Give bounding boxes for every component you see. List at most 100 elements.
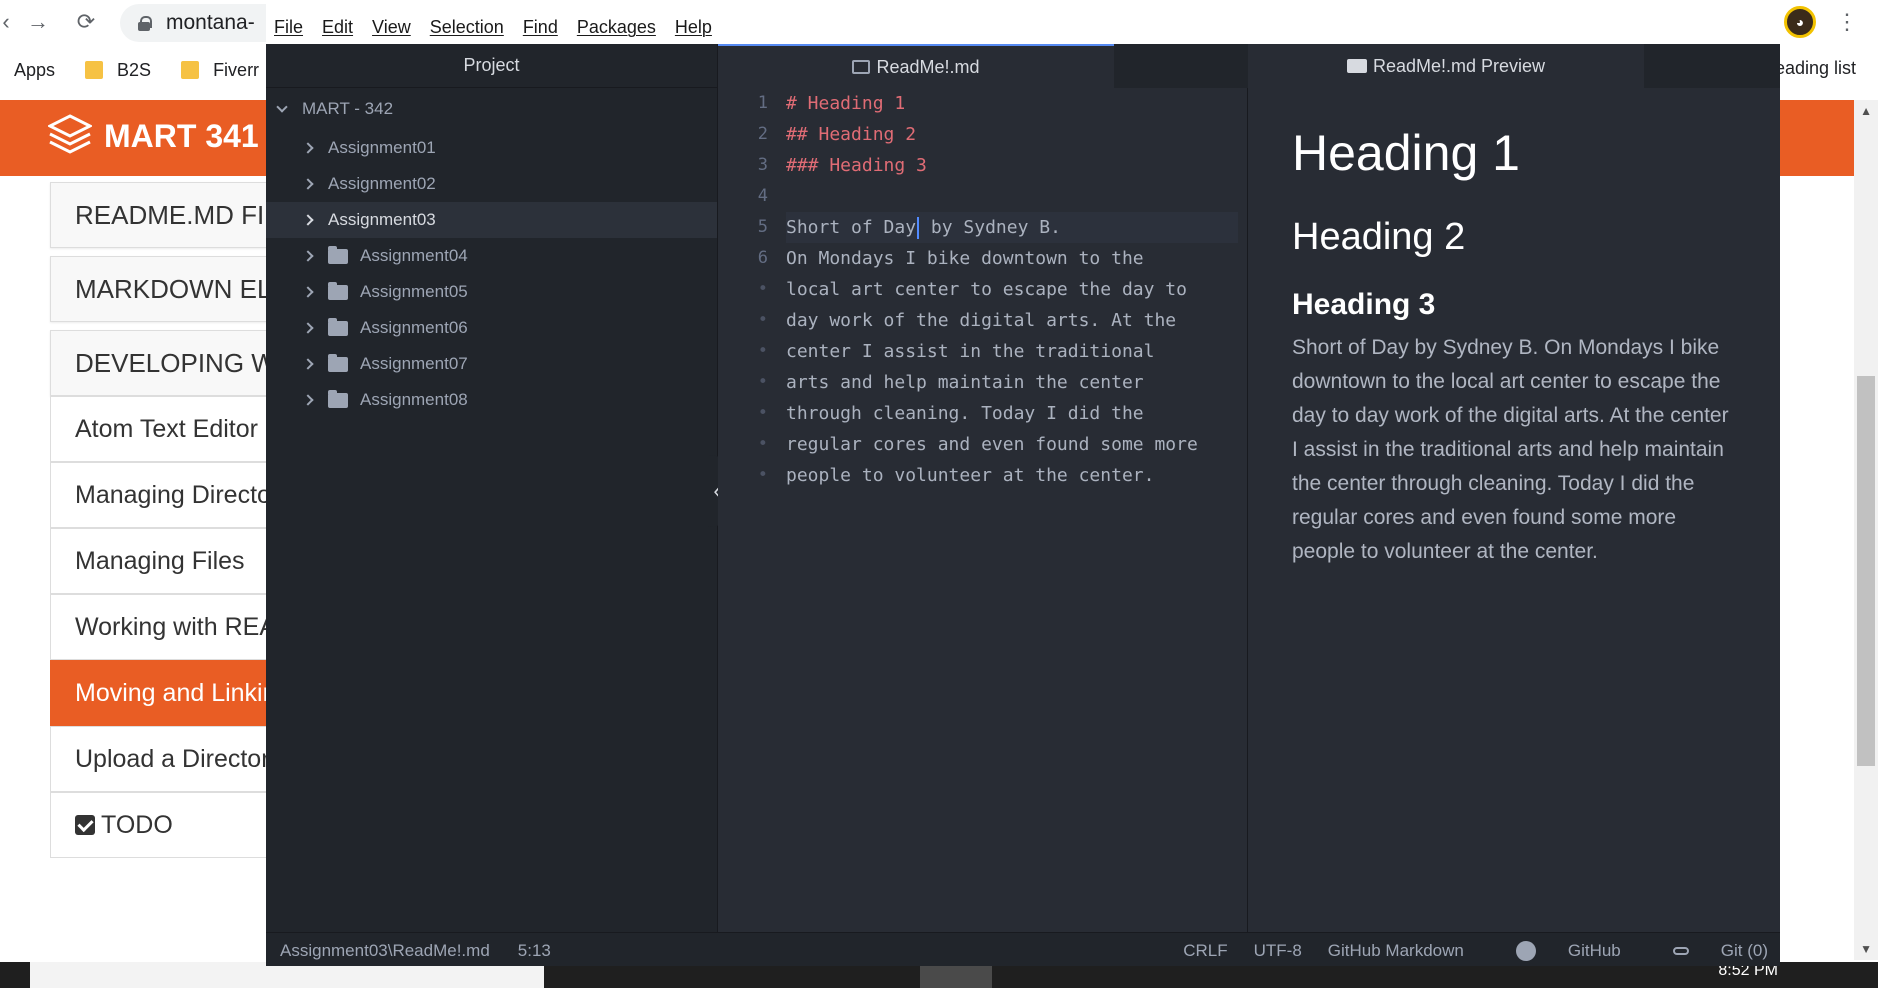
- menu-item-readme[interactable]: README.MD FIL: [50, 182, 270, 248]
- code-line[interactable]: Short of Day by Sydney B.: [786, 212, 1238, 243]
- menu-item-working-with-readme[interactable]: Working with REA: [50, 594, 270, 660]
- forward-icon[interactable]: →: [24, 8, 52, 36]
- menu-file[interactable]: File: [274, 17, 303, 38]
- preview-heading-3: Heading 3: [1292, 287, 1436, 321]
- chevron-right-icon: [302, 250, 314, 262]
- line-number-gutter: 1 2 3 4 5 6 • • • • • • •: [718, 88, 768, 491]
- tree-item-assignment04[interactable]: Assignment04: [266, 238, 717, 274]
- status-github[interactable]: GitHub: [1490, 941, 1621, 961]
- chevron-right-icon: [302, 286, 314, 298]
- bookmark-label: Apps: [14, 59, 56, 80]
- bookmark-fiverr[interactable]: Fiverr: [181, 60, 259, 81]
- tree-item-assignment03[interactable]: Assignment03: [266, 202, 717, 238]
- menu-item-managing-files[interactable]: Managing Files: [50, 528, 270, 594]
- tree-item-assignment08[interactable]: Assignment08: [266, 382, 717, 418]
- code-line[interactable]: day work of the digital arts. At the: [786, 305, 1238, 336]
- menu-item-atom-text-editor[interactable]: Atom Text Editor: [50, 396, 270, 462]
- bookmark-apps[interactable]: Apps: [4, 60, 55, 81]
- menu-find[interactable]: Find: [523, 17, 558, 38]
- menu-item-managing-directories[interactable]: Managing Directo: [50, 462, 270, 528]
- status-line-ending[interactable]: CRLF: [1183, 941, 1227, 961]
- menu-packages[interactable]: Packages: [577, 17, 656, 38]
- reading-list-button[interactable]: eading list: [1775, 58, 1856, 79]
- status-git[interactable]: Git (0): [1647, 941, 1768, 961]
- status-bar: Assignment03\ReadMe!.md 5:13 CRLF UTF-8 …: [266, 932, 1780, 966]
- status-cursor-position[interactable]: 5:13: [518, 941, 551, 961]
- bookmark-label: B2S: [117, 59, 152, 80]
- tree-item-label: Assignment06: [360, 318, 468, 337]
- project-tree-title[interactable]: Project: [266, 44, 717, 88]
- tree-item-label: Assignment05: [360, 282, 468, 301]
- code-line[interactable]: # Heading 1: [786, 88, 1238, 119]
- scrollbar-thumb[interactable]: [1857, 376, 1875, 766]
- tree-item-label: Assignment02: [328, 174, 436, 193]
- chevron-right-icon: [302, 394, 314, 406]
- menu-item-developing[interactable]: DEVELOPING W: [50, 330, 270, 396]
- line-number: •: [757, 465, 768, 485]
- tree-item-assignment06[interactable]: Assignment06: [266, 310, 717, 346]
- scroll-up-icon[interactable]: ▲: [1860, 104, 1872, 118]
- line-number: 5: [757, 217, 768, 237]
- status-file-path[interactable]: Assignment03\ReadMe!.md: [280, 941, 490, 961]
- reload-icon[interactable]: ⟳: [72, 8, 100, 36]
- chrome-menu-icon[interactable]: ⋮: [1836, 9, 1858, 35]
- back-icon[interactable]: ‹: [0, 8, 20, 36]
- menu-help[interactable]: Help: [675, 17, 712, 38]
- code-line[interactable]: center I assist in the traditional: [786, 336, 1238, 367]
- menu-item-todo[interactable]: TODO: [50, 792, 270, 858]
- menu-edit[interactable]: Edit: [322, 17, 353, 38]
- code-line[interactable]: through cleaning. Today I did the: [786, 398, 1238, 429]
- bookmark-b2s[interactable]: B2S: [85, 60, 151, 81]
- code-editor[interactable]: 1 2 3 4 5 6 • • • • • • • # Heading 1 ## Heading 2 ###…: [718, 88, 1248, 932]
- chevron-right-icon: [302, 142, 314, 154]
- code-line[interactable]: arts and help maintain the center: [786, 367, 1238, 398]
- menu-item-label: Atom Text Editor: [75, 414, 258, 443]
- profile-avatar[interactable]: ◕: [1784, 6, 1816, 38]
- code-line[interactable]: On Mondays I bike downtown to the: [786, 243, 1238, 274]
- menu-item-moving-and-linking[interactable]: Moving and Linkin: [50, 660, 270, 726]
- address-bar-text: montana-: [166, 11, 255, 34]
- code-text[interactable]: # Heading 1 ## Heading 2 ### Heading 3 Shor…: [786, 88, 1238, 491]
- folder-icon: [328, 281, 348, 300]
- page-scrollbar[interactable]: [1854, 100, 1878, 960]
- tree-item-assignment07[interactable]: Assignment07: [266, 346, 717, 382]
- preview-heading-2: Heading 2: [1292, 216, 1466, 258]
- tab-bar: ReadMe!.md ReadMe!.md Preview: [718, 44, 1780, 88]
- code-line[interactable]: local art center to escape the day to: [786, 274, 1238, 305]
- menu-item-label: Working with REA: [75, 612, 270, 641]
- menu-selection[interactable]: Selection: [430, 17, 504, 38]
- menu-view[interactable]: View: [372, 17, 411, 38]
- code-line[interactable]: ## Heading 2: [786, 119, 1238, 150]
- tree-item-assignment05[interactable]: Assignment05: [266, 274, 717, 310]
- line-number: •: [757, 341, 768, 361]
- markdown-preview: Heading 1 Heading 2 Heading 3 Short of D…: [1248, 88, 1780, 932]
- code-line[interactable]: people to volunteer at the center.: [786, 460, 1238, 491]
- chevron-right-icon: [302, 214, 314, 226]
- menu-item-markdown[interactable]: MARKDOWN EL: [50, 256, 270, 322]
- line-number: •: [757, 434, 768, 454]
- tree-item-assignment02[interactable]: Assignment02: [266, 166, 717, 202]
- chevron-right-icon: [302, 322, 314, 334]
- code-text-after-cursor: by Sydney B.: [920, 217, 1061, 238]
- tab-readme[interactable]: ReadMe!.md: [718, 44, 1114, 88]
- line-number: •: [757, 310, 768, 330]
- menu-item-upload-directory[interactable]: Upload a Directory: [50, 726, 270, 792]
- tree-item-assignment01[interactable]: Assignment01: [266, 130, 717, 166]
- code-line[interactable]: regular cores and even found some more: [786, 429, 1238, 460]
- folder-icon: [328, 353, 348, 372]
- scroll-down-icon[interactable]: ▼: [1860, 942, 1872, 956]
- status-encoding[interactable]: UTF-8: [1254, 941, 1302, 961]
- chevron-down-icon: [276, 101, 288, 113]
- code-line[interactable]: ### Heading 3: [786, 150, 1238, 181]
- tree-root-label: MART - 342: [302, 99, 394, 118]
- menu-item-label: MARKDOWN EL: [75, 273, 270, 304]
- tab-label: ReadMe!.md: [876, 56, 980, 77]
- github-icon: [1515, 941, 1536, 961]
- tab-label: ReadMe!.md Preview: [1372, 55, 1546, 76]
- status-grammar[interactable]: GitHub Markdown: [1328, 941, 1464, 961]
- menu-item-label: Managing Files: [75, 546, 245, 575]
- tab-readme-preview[interactable]: ReadMe!.md Preview: [1248, 44, 1644, 88]
- menu-item-label: Moving and Linkin: [75, 678, 270, 707]
- tree-root-folder[interactable]: MART - 342: [266, 88, 717, 130]
- code-line[interactable]: [786, 181, 1238, 212]
